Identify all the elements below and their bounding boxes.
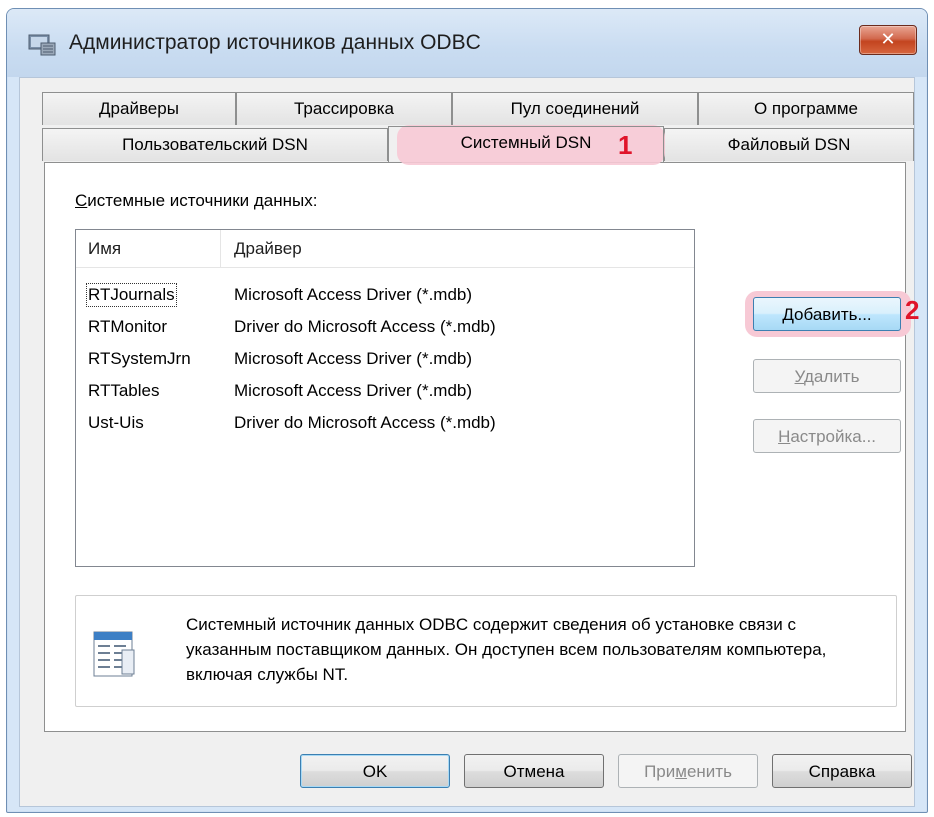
button-label: астройка... [790,426,876,446]
button-label: далить [804,366,860,386]
tab-drivers[interactable]: Драйверы [42,92,236,125]
cancel-button[interactable]: Отмена [464,754,604,788]
dsn-driver: Driver do Microsoft Access (*.mdb) [234,413,496,432]
button-label: OK [362,761,388,781]
section-label: Системные источники данных: [75,191,317,211]
annotation-marker-2: 2 [905,295,920,325]
close-button[interactable]: ✕ [859,25,917,55]
dsn-name: Ust-Uis [88,413,144,432]
system-dsn-panel: Системные источники данных: Имя Драйвер … [44,162,919,732]
button-label: При [644,761,676,781]
tab-about[interactable]: О программе [698,92,914,125]
tab-label: Трассировка [293,99,395,118]
tab-label: Пользовательский DSN [122,135,308,154]
dsn-name: RTTables [88,381,160,400]
list-item[interactable]: RTTables Microsoft Access Driver (*.mdb) [76,376,694,408]
odbc-app-icon [28,34,56,56]
dialog-client: Драйверы Трассировка Пул соединений О пр… [19,77,919,807]
remove-button[interactable]: Удалить [753,359,901,393]
info-box: Системный источник данных ODBC содержит … [75,595,897,707]
dsn-driver: Driver do Microsoft Access (*.mdb) [234,317,496,336]
dsn-driver: Microsoft Access Driver (*.mdb) [234,349,473,368]
dsn-driver: Microsoft Access Driver (*.mdb) [234,381,473,400]
add-button[interactable]: Добавить... [753,297,901,331]
tab-label: Пул соединений [510,99,640,118]
window-title: Администратор источников данных ODBC [69,31,481,54]
dsn-driver: Microsoft Access Driver (*.mdb) [234,285,473,304]
button-label: обавить... [794,304,872,324]
tab-label: Системный DSN [460,133,592,152]
ok-button[interactable]: OK [300,754,450,788]
tab-label: О программе [753,99,858,118]
access-key: У [794,366,805,386]
list-item[interactable]: Ust-Uis Driver do Microsoft Access (*.md… [76,408,694,440]
configure-button[interactable]: Настройка... [753,419,901,453]
apply-button[interactable]: Применить [618,754,758,788]
title-bar[interactable]: Администратор источников данных ODBC ✕ [7,9,927,77]
button-label: Отмена [503,761,565,781]
dsn-name: RTSystemJrn [88,349,191,368]
tab-tracing[interactable]: Трассировка [236,92,452,125]
tab-connection-pooling[interactable]: Пул соединений [452,92,698,125]
column-separator[interactable] [220,230,221,268]
column-header-driver[interactable]: Драйвер [234,239,302,259]
list-item[interactable]: RTSystemJrn Microsoft Access Driver (*.m… [76,344,694,376]
access-key: Н [778,426,791,446]
close-icon: ✕ [880,29,896,49]
dsn-name: RTJournals [86,283,177,307]
list-header: Имя Драйвер [76,230,694,268]
odbc-admin-window: Администратор источников данных ODBC ✕ Д… [6,8,928,813]
tab-user-dsn[interactable]: Пользовательский DSN [42,128,388,161]
dsn-name: RTMonitor [88,317,168,336]
annotation-marker-1: 1 [618,130,633,160]
button-label: енить [686,761,732,781]
tab-file-dsn[interactable]: Файловый DSN [664,128,914,161]
access-key: Д [782,304,795,324]
section-label-text: истемные источники данных: [87,191,318,210]
access-key: м [675,761,687,781]
access-key: С [75,191,88,210]
list-item[interactable]: RTMonitor Driver do Microsoft Access (*.… [76,312,694,344]
button-label: Справка [808,761,876,781]
info-description: Системный источник данных ODBC содержит … [186,615,827,684]
tab-label: Драйверы [99,99,179,118]
tab-label: Файловый DSN [727,135,851,154]
help-button[interactable]: Справка [772,754,912,788]
list-item[interactable]: RTJournals Microsoft Access Driver (*.md… [76,280,694,312]
data-source-icon [93,631,135,677]
data-sources-list[interactable]: Имя Драйвер RTJournals Microsoft Access … [75,229,695,567]
column-header-name[interactable]: Имя [88,239,121,259]
